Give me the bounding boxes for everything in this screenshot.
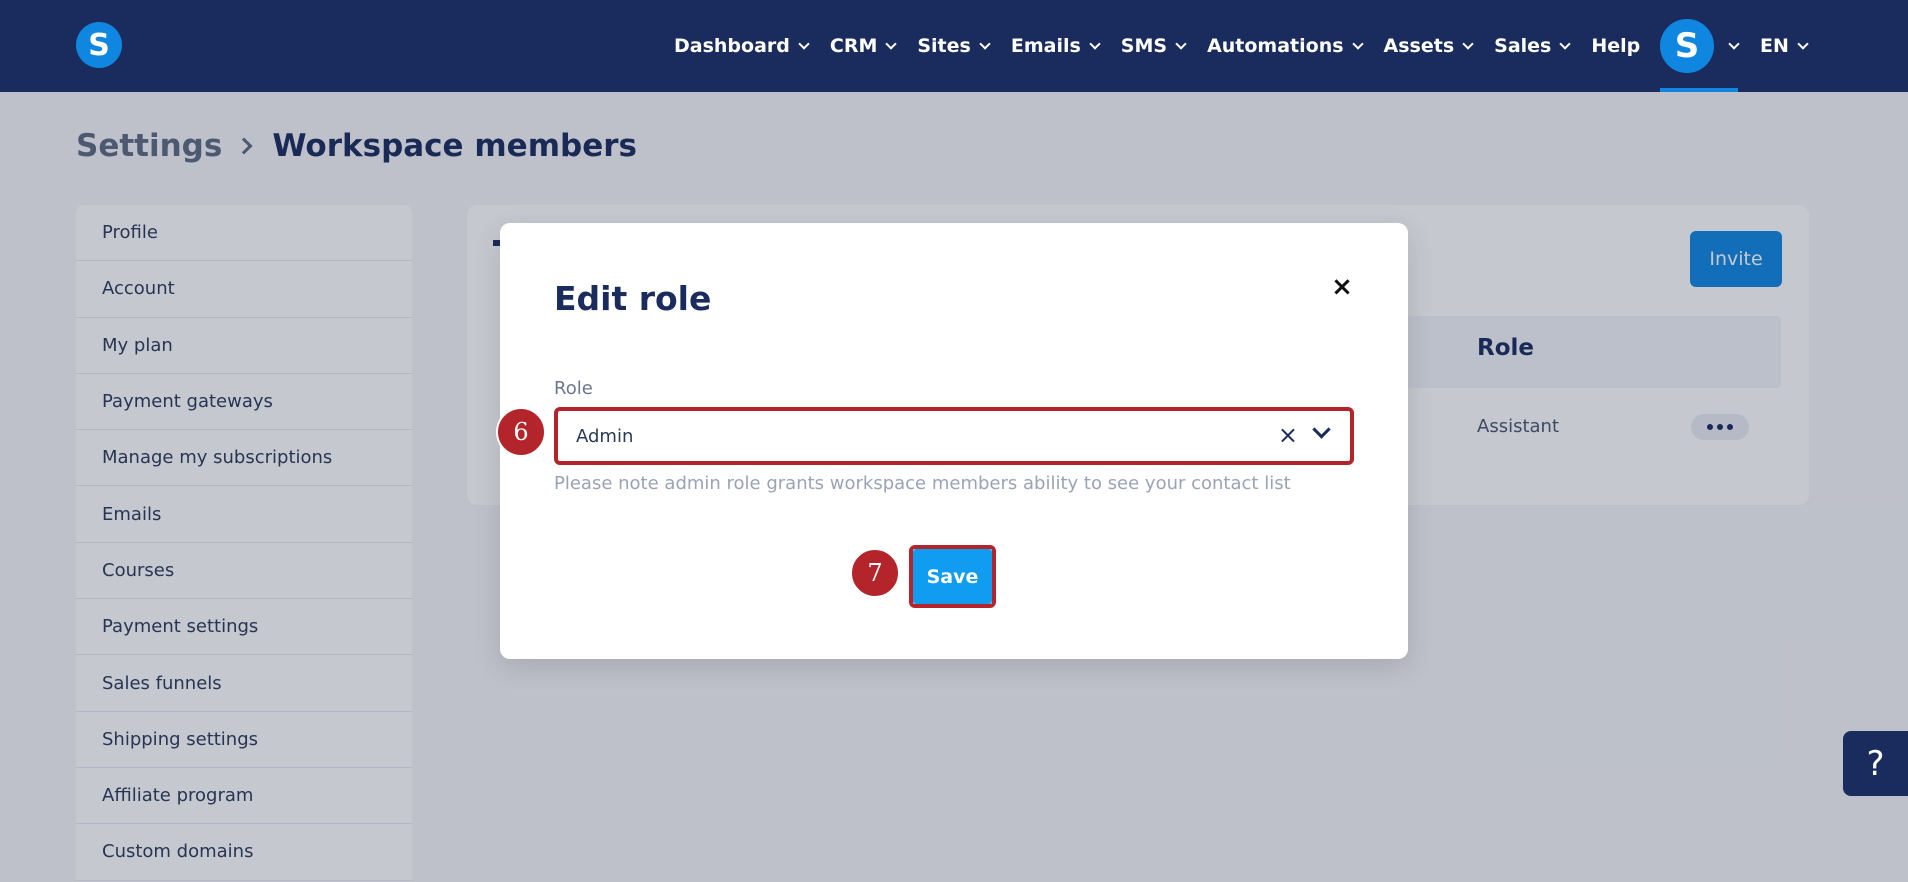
chevron-down-icon (1089, 37, 1101, 50)
language-label: EN (1760, 35, 1789, 57)
nav-label: SMS (1120, 35, 1168, 57)
main-nav: Dashboard CRM Sites Emails SMS Automations Ass… (674, 0, 1712, 92)
user-menu[interactable]: S (1660, 0, 1740, 92)
nav-item-sales[interactable]: Sales (1494, 35, 1572, 57)
nav-item-automations[interactable]: Automations (1207, 35, 1364, 57)
top-navbar: S Dashboard CRM Sites Emails SMS Automations A… (0, 0, 1908, 92)
chevron-down-icon (885, 37, 898, 50)
chevron-down-icon (1797, 37, 1809, 50)
nav-item-sms[interactable]: SMS (1120, 35, 1187, 57)
nav-item-crm[interactable]: CRM (829, 35, 898, 57)
chevron-down-icon (1559, 37, 1572, 50)
role-select-value: Admin (576, 426, 634, 447)
role-select[interactable]: Admin × (554, 407, 1354, 465)
chevron-down-icon (1728, 37, 1740, 50)
nav-item-sites[interactable]: Sites (917, 35, 991, 57)
step-badge-7: 7 (850, 548, 900, 598)
nav-label: Assets (1383, 35, 1455, 57)
clear-icon[interactable]: × (1278, 421, 1298, 449)
chevron-down-icon (979, 37, 991, 50)
nav-label: Sales (1494, 35, 1552, 57)
chevron-down-icon[interactable] (1312, 420, 1331, 439)
avatar[interactable]: S (1660, 19, 1714, 73)
nav-label: Automations (1207, 35, 1344, 57)
nav-item-emails[interactable]: Emails (1010, 35, 1101, 57)
chevron-down-icon (1462, 37, 1474, 50)
role-helper-text: Please note admin role grants workspace … (554, 473, 1291, 494)
nav-label: Dashboard (674, 35, 790, 57)
help-button[interactable]: ? (1843, 731, 1908, 796)
nav-label: Sites (917, 35, 971, 57)
role-field-label: Role (554, 378, 593, 399)
step-badge-6: 6 (496, 407, 546, 457)
edit-role-modal: Edit role × Role Admin × Please note adm… (500, 223, 1408, 659)
chevron-down-icon (798, 37, 810, 50)
nav-item-help[interactable]: Help (1591, 35, 1640, 57)
brand-logo[interactable]: S (76, 22, 122, 68)
nav-item-assets[interactable]: Assets (1383, 35, 1474, 57)
save-button[interactable]: Save (913, 549, 992, 604)
close-icon[interactable]: × (1330, 272, 1354, 302)
nav-label: CRM (829, 35, 878, 57)
chevron-down-icon (1351, 37, 1364, 50)
language-selector[interactable]: EN (1760, 0, 1809, 92)
nav-label: Help (1591, 35, 1641, 57)
modal-title: Edit role (554, 279, 712, 318)
chevron-down-icon (1175, 37, 1187, 50)
nav-label: Emails (1010, 35, 1081, 57)
nav-item-dashboard[interactable]: Dashboard (674, 35, 810, 57)
